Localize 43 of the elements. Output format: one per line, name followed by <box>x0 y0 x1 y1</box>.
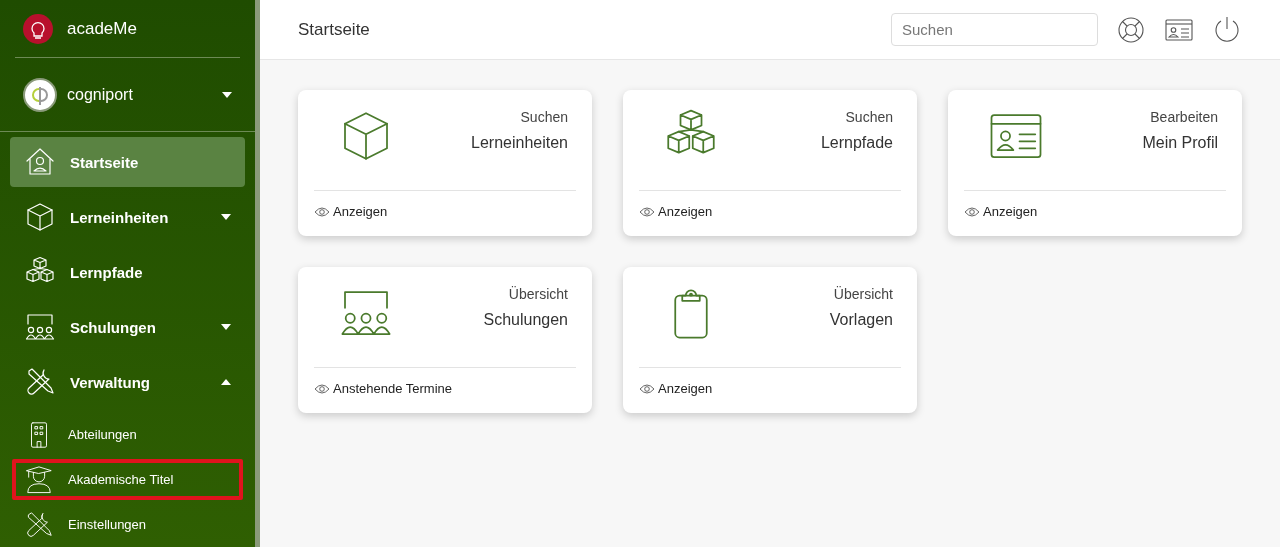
eye-icon <box>314 205 330 218</box>
sidebar-item[interactable]: Lernpfade <box>10 247 245 297</box>
card-title: Mein Profil <box>1142 134 1218 152</box>
card-link[interactable]: Anzeigen <box>964 204 1038 219</box>
card-caption: Bearbeiten <box>1150 109 1218 125</box>
power-icon[interactable] <box>1212 14 1242 45</box>
sidebar-item[interactable]: Verwaltung <box>10 357 245 407</box>
search-field[interactable]: Suchen <box>891 13 1098 46</box>
card-link[interactable]: Anstehende Termine <box>314 381 452 396</box>
cube-icon <box>24 201 56 233</box>
card-title: Lernpfade <box>820 134 893 152</box>
card-title: Lerneinheiten <box>471 134 568 152</box>
account-logo-icon <box>23 77 57 112</box>
sidebar-item[interactable]: Lerneinheiten <box>10 192 245 242</box>
sidebar-item[interactable]: Einstellungen <box>10 502 245 547</box>
tools-icon <box>24 366 56 398</box>
classroom-icon <box>24 311 56 343</box>
card-caption: Suchen <box>845 109 893 125</box>
eye-icon <box>639 382 655 395</box>
card-title: Vorlagen <box>829 311 893 329</box>
eye-icon <box>964 205 980 218</box>
card-caption: Übersicht <box>508 286 568 302</box>
account-selector[interactable]: cogniport <box>0 58 255 132</box>
sidebar-item[interactable]: Akademische Titel <box>10 457 245 502</box>
card-link[interactable]: Anzeigen <box>314 204 388 219</box>
card-link[interactable]: Anzeigen <box>639 381 713 396</box>
card-link[interactable]: Anzeigen <box>639 204 713 219</box>
house-person-icon <box>24 146 56 178</box>
sidebar-item[interactable]: Schulungen <box>10 302 245 352</box>
page-title: Startseite <box>298 19 371 40</box>
card-caption: Übersicht <box>833 286 893 302</box>
sidebar-item[interactable]: Startseite <box>10 137 245 187</box>
brand-name: acadeMe <box>67 18 137 39</box>
graduate-icon <box>24 464 54 495</box>
tools-icon <box>24 509 54 540</box>
eye-icon <box>314 382 330 395</box>
help-ring-icon[interactable] <box>1116 14 1146 45</box>
card-caption: Suchen <box>520 109 568 125</box>
account-name: cogniport <box>67 85 134 104</box>
eye-icon <box>639 205 655 218</box>
lightbulb-logo-icon <box>23 13 53 44</box>
card-title: Schulungen <box>483 311 568 329</box>
sidebar-item[interactable]: Abteilungen <box>10 412 245 457</box>
